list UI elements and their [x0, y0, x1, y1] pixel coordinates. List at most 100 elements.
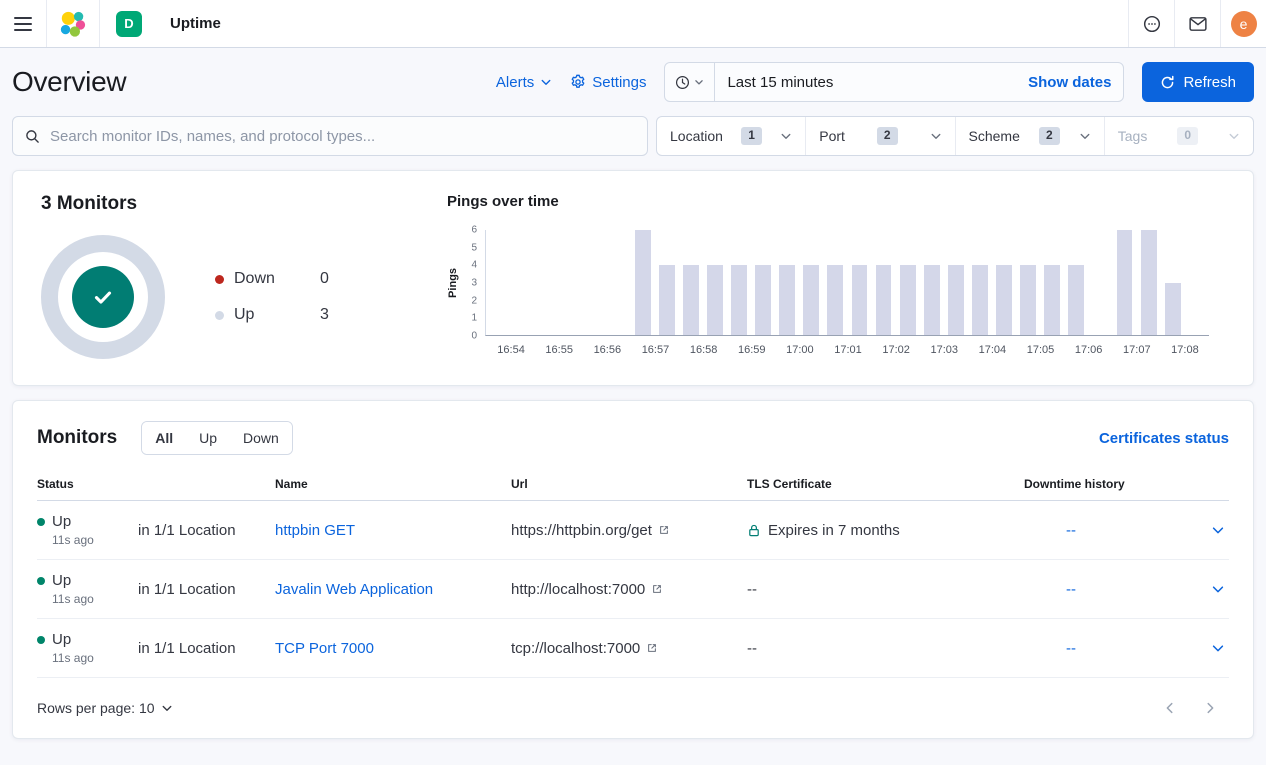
- chevron-down-icon: [1228, 130, 1240, 142]
- filter-count-badge: 0: [1177, 127, 1198, 144]
- checkmark-icon: [90, 284, 116, 310]
- filter-label: Location: [670, 128, 723, 144]
- rows-per-page-label: Rows per page: 10: [37, 700, 155, 716]
- user-menu-button[interactable]: e: [1220, 0, 1266, 47]
- location-cell: in 1/1 Location: [138, 581, 275, 598]
- legend-value: 3: [320, 306, 329, 324]
- tab-up[interactable]: Up: [186, 422, 230, 454]
- status-filter-tabs: All Up Down: [141, 421, 293, 455]
- filter-location[interactable]: Location 1: [657, 117, 805, 155]
- tls-text: --: [747, 581, 757, 598]
- settings-label: Settings: [592, 74, 646, 91]
- chevron-down-icon: [930, 130, 942, 142]
- pagination-previous-button[interactable]: [1163, 701, 1177, 715]
- col-url: Url: [511, 477, 747, 491]
- newsfeed-button[interactable]: [1174, 0, 1220, 47]
- legend-item-up: Up 3: [215, 306, 329, 324]
- tls-text: Expires in 7 months: [768, 522, 900, 539]
- pings-x-ticks: 16:5416:5516:5616:5716:5816:5917:0017:01…: [487, 344, 1209, 360]
- status-dot: [37, 636, 45, 644]
- col-name: Name: [275, 477, 511, 491]
- external-link-icon[interactable]: [646, 642, 658, 654]
- downtime-history: --: [1024, 581, 1185, 598]
- monitor-name-link[interactable]: Javalin Web Application: [275, 581, 433, 598]
- monitors-panel: Monitors All Up Down Certificates status…: [12, 400, 1254, 739]
- chevron-down-icon: [780, 130, 792, 142]
- chevron-down-icon: [1211, 582, 1225, 596]
- status-text: Up: [52, 572, 94, 591]
- top-bar: D Uptime e: [0, 0, 1266, 48]
- lock-icon: [747, 523, 761, 538]
- status-donut-chart: [41, 235, 165, 359]
- elastic-logo[interactable]: [47, 0, 99, 47]
- refresh-button[interactable]: Refresh: [1142, 62, 1254, 102]
- table-header-row: Status Name Url TLS Certificate Downtime…: [37, 477, 1229, 501]
- hamburger-icon: [14, 17, 32, 31]
- down-dot-icon: [215, 275, 224, 284]
- cloud-icon: [1143, 15, 1161, 33]
- downtime-history: --: [1024, 522, 1185, 539]
- status-text: Up: [52, 631, 94, 650]
- page-header: Overview Alerts Settings: [0, 48, 1266, 156]
- tls-text: --: [747, 640, 757, 657]
- date-quick-select-button[interactable]: [665, 63, 715, 101]
- cloud-button[interactable]: [1128, 0, 1174, 47]
- filter-count-badge: 2: [1039, 127, 1060, 144]
- location-cell: in 1/1 Location: [138, 522, 275, 539]
- status-ago: 11s ago: [52, 592, 94, 606]
- alerts-dropdown[interactable]: Alerts: [496, 74, 552, 91]
- pings-bars: [486, 230, 1209, 335]
- url-text: https://httpbin.org/get: [511, 522, 652, 539]
- col-tls: TLS Certificate: [747, 477, 1024, 491]
- certificates-status-link[interactable]: Certificates status: [1099, 430, 1229, 447]
- url-text: tcp://localhost:7000: [511, 640, 640, 657]
- y-axis-label: Pings: [447, 268, 459, 298]
- filter-port[interactable]: Port 2: [805, 117, 954, 155]
- search-input[interactable]: [48, 127, 635, 146]
- legend-value: 0: [320, 270, 329, 288]
- status-text: Up: [52, 513, 94, 532]
- legend-label: Up: [234, 306, 292, 324]
- external-link-icon[interactable]: [658, 524, 670, 536]
- url-text: http://localhost:7000: [511, 581, 645, 598]
- alerts-label: Alerts: [496, 74, 534, 91]
- date-range-value[interactable]: Last 15 minutes: [715, 74, 1028, 91]
- table-row: Up 11s ago in 1/1 Location httpbin GET h…: [37, 501, 1229, 560]
- clock-icon: [675, 75, 690, 90]
- up-dot-icon: [215, 311, 224, 320]
- menu-button[interactable]: [0, 0, 46, 47]
- monitor-name-link[interactable]: TCP Port 7000: [275, 640, 374, 657]
- expand-row-button[interactable]: [1185, 582, 1229, 596]
- location-cell: in 1/1 Location: [138, 640, 275, 657]
- chevron-down-icon: [540, 76, 552, 88]
- pings-chart: Pings over time Pings 0123456 16:5416:55…: [433, 187, 1237, 365]
- pagination-next-button[interactable]: [1203, 701, 1217, 715]
- filter-tags[interactable]: Tags 0: [1104, 117, 1253, 155]
- external-link-icon[interactable]: [651, 583, 663, 595]
- settings-button[interactable]: Settings: [570, 74, 646, 91]
- rows-per-page-button[interactable]: Rows per page: 10: [37, 700, 173, 716]
- gear-icon: [570, 74, 586, 90]
- filter-count-badge: 1: [741, 127, 762, 144]
- table-row: Up 11s ago in 1/1 Location Javalin Web A…: [37, 560, 1229, 619]
- tab-all[interactable]: All: [142, 422, 186, 454]
- breadcrumb-app-title[interactable]: Uptime: [170, 15, 221, 32]
- chevron-left-icon: [1163, 701, 1177, 715]
- chevron-down-icon: [1211, 523, 1225, 537]
- filter-count-badge: 2: [877, 127, 898, 144]
- show-dates-button[interactable]: Show dates: [1028, 74, 1123, 91]
- status-ago: 11s ago: [52, 651, 94, 665]
- page-title: Overview: [12, 66, 126, 98]
- elastic-logo-icon: [59, 10, 87, 38]
- expand-row-button[interactable]: [1185, 523, 1229, 537]
- expand-row-button[interactable]: [1185, 641, 1229, 655]
- tab-down[interactable]: Down: [230, 422, 292, 454]
- filter-scheme[interactable]: Scheme 2: [955, 117, 1104, 155]
- space-badge[interactable]: D: [116, 11, 142, 37]
- pings-chart-title: Pings over time: [447, 193, 1209, 210]
- monitors-count-title: 3 Monitors: [41, 193, 433, 215]
- monitors-title: Monitors: [37, 427, 117, 449]
- chevron-right-icon: [1203, 701, 1217, 715]
- date-picker: Last 15 minutes Show dates: [664, 62, 1124, 102]
- monitor-name-link[interactable]: httpbin GET: [275, 522, 355, 539]
